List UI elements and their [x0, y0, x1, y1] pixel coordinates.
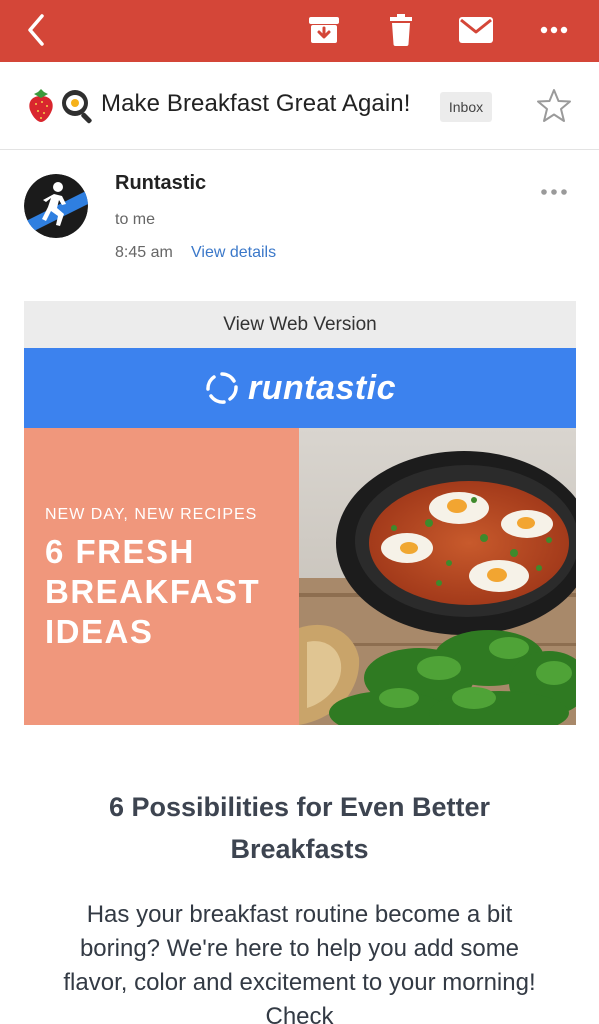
strawberry-icon	[29, 89, 53, 122]
hero-headline-line: 6 FRESH	[45, 533, 195, 570]
delete-button[interactable]	[383, 12, 419, 48]
archive-icon	[309, 17, 339, 43]
email-intro-paragraph: Has your breakfast routine become a bit …	[63, 901, 536, 1024]
email-subject: Make Breakfast Great Again!	[101, 90, 411, 117]
star-icon[interactable]	[534, 86, 574, 126]
brand-header[interactable]: runtastic	[24, 348, 576, 428]
hero-kicker: NEW DAY, NEW RECIPES	[45, 506, 258, 523]
recipient-line: to me	[115, 211, 156, 228]
email-heading: 6 Possibilities for Even Better Breakfas…	[108, 792, 491, 864]
mark-unread-button[interactable]	[458, 12, 494, 48]
sender-name: Runtastic	[115, 172, 207, 194]
inbox-label-badge[interactable]: Inbox	[440, 92, 492, 122]
runtastic-logo-icon	[206, 372, 238, 404]
message-more-button[interactable]	[538, 182, 570, 202]
hero-headline: 6 FRESH BREAKFAST IDEAS	[45, 532, 295, 652]
top-toolbar	[0, 0, 599, 62]
runner-logo-icon	[24, 174, 88, 238]
hero-text-panel: NEW DAY, NEW RECIPES 6 FRESH BREAKFAST I…	[24, 428, 299, 725]
brand-name: runtastic	[247, 368, 397, 407]
hero-headline-line: BREAKFAST	[45, 573, 261, 610]
view-details-link[interactable]: View details	[191, 244, 276, 262]
archive-button[interactable]	[306, 12, 342, 48]
more-dots-icon	[541, 189, 567, 195]
subject-row: Make Breakfast Great Again! Inbox	[0, 62, 599, 150]
hero-headline-line: IDEAS	[45, 613, 154, 650]
envelope-icon	[459, 17, 493, 43]
frying-pan-egg-icon	[62, 90, 92, 124]
more-dots-icon	[540, 26, 568, 34]
hero-banner[interactable]: NEW DAY, NEW RECIPES 6 FRESH BREAKFAST I…	[24, 428, 576, 725]
back-button[interactable]	[22, 10, 52, 50]
trash-icon	[390, 14, 412, 46]
sender-avatar[interactable]	[24, 174, 88, 238]
more-options-button[interactable]	[536, 12, 572, 48]
sent-time: 8:45 am	[115, 244, 173, 261]
view-web-version-link[interactable]: View Web Version	[24, 301, 576, 348]
shakshuka-pan-image	[299, 428, 576, 725]
chevron-left-icon	[28, 14, 44, 46]
